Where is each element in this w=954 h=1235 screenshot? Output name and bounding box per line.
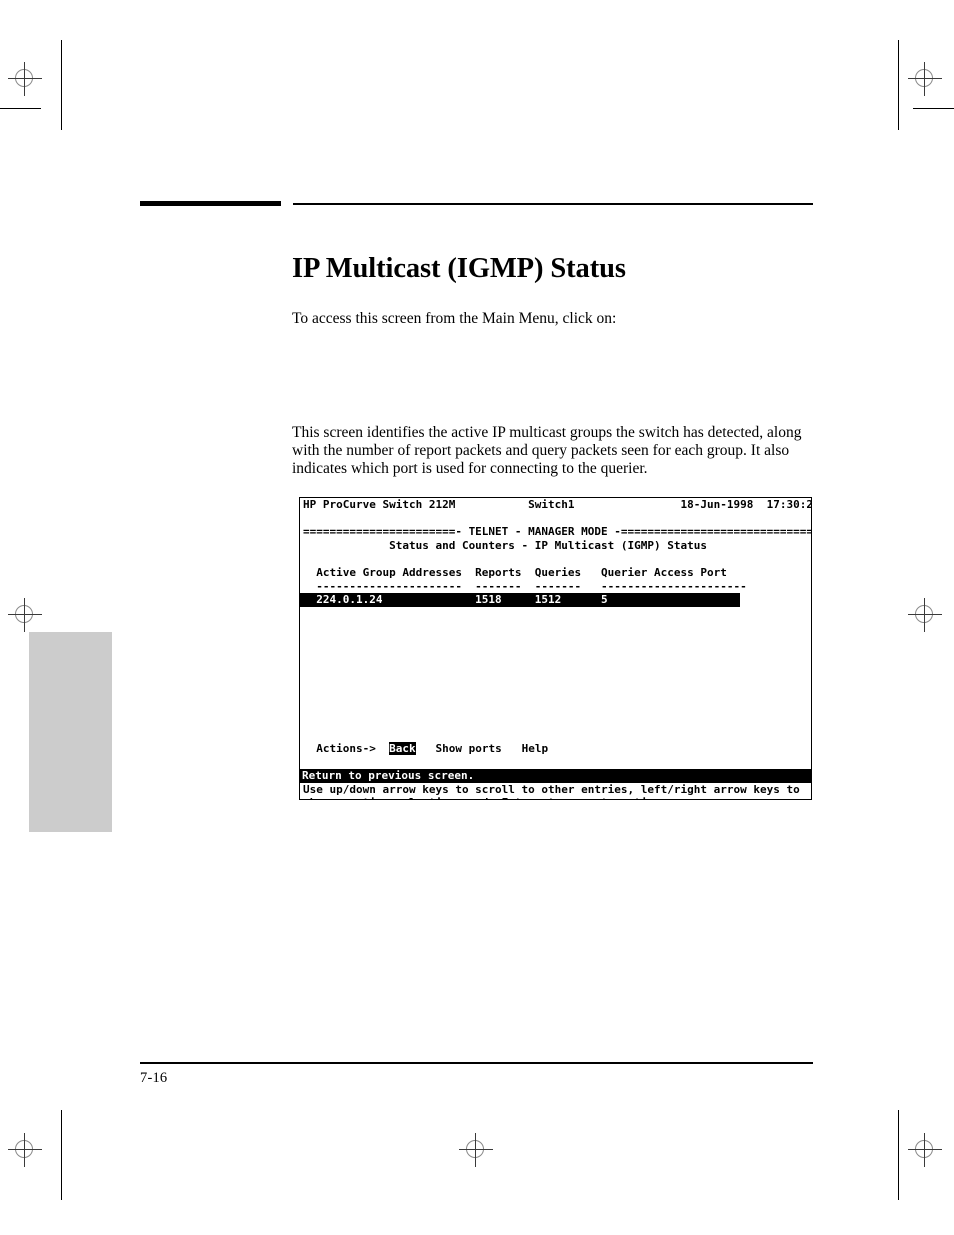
registration-vline-icon <box>924 598 925 632</box>
registration-hline-icon <box>908 78 942 79</box>
status-help-text: Return to previous screen. <box>300 768 811 783</box>
registration-hline-icon <box>8 1149 42 1150</box>
intro-paragraph: To access this screen from the Main Menu… <box>292 309 617 327</box>
registration-vline-icon <box>924 62 925 96</box>
page-number: 7-16 <box>140 1070 168 1086</box>
registration-hline-icon <box>8 78 42 79</box>
terminal-filler-space <box>300 715 811 742</box>
crop-mark-right-vertical <box>898 40 899 130</box>
action-back-button[interactable]: Back <box>389 741 416 755</box>
terminal-filler-space <box>300 607 811 661</box>
actions-label: Actions-> <box>303 741 390 755</box>
registration-vline-icon <box>24 62 25 96</box>
registration-mark-bottom-right <box>908 1133 942 1167</box>
registration-vline-icon <box>475 1133 476 1167</box>
crop-mark-right-vertical-bottom <box>898 1110 899 1200</box>
telnet-terminal-screen[interactable]: HP ProCurve Switch 212M Switch1 18-Jun-1… <box>299 497 812 800</box>
description-paragraph: This screen identifies the active IP mul… <box>292 423 802 478</box>
table-row[interactable]: 224.0.1.24 1518 1512 5 <box>300 593 740 607</box>
terminal-filler-space <box>300 661 811 715</box>
terminal-actions-line[interactable]: Actions-> Back Show ports Help <box>300 741 811 756</box>
action-help-button[interactable]: Help <box>522 742 549 755</box>
terminal-subtitle-line: Status and Counters - IP Multicast (IGMP… <box>303 538 707 552</box>
crop-mark-left-vertical-bottom <box>61 1110 62 1200</box>
action-gap <box>502 742 522 755</box>
registration-vline-icon <box>24 1133 25 1167</box>
crop-mark-left-horizontal <box>0 108 41 109</box>
crop-mark-right-horizontal <box>913 108 954 109</box>
terminal-filler-space <box>300 755 811 769</box>
registration-mark-bottom-center <box>459 1133 493 1167</box>
chapter-tab-marker <box>29 632 112 832</box>
status-hint-line-2: change action selection, and <Enter> to … <box>300 796 811 799</box>
status-hint-line-1: Use up/down arrow keys to scroll to othe… <box>303 782 800 796</box>
registration-hline-icon <box>8 614 42 615</box>
terminal-column-rule: ---------------------- ------- ------- -… <box>303 579 747 593</box>
registration-mark-top-left <box>8 62 42 96</box>
registration-hline-icon <box>459 1149 493 1150</box>
crop-mark-left-vertical <box>61 40 62 130</box>
registration-mark-bottom-left <box>8 1133 42 1167</box>
action-show-ports-button[interactable]: Show ports <box>435 742 501 755</box>
header-rule-thin <box>293 203 813 205</box>
registration-hline-icon <box>908 614 942 615</box>
registration-vline-icon <box>924 1133 925 1167</box>
terminal-header-line: HP ProCurve Switch 212M Switch1 18-Jun-1… <box>303 498 812 511</box>
terminal-column-headers: Active Group Addresses Reports Queries Q… <box>303 565 727 579</box>
terminal-banner-line: =======================- TELNET - MANAGE… <box>303 525 812 539</box>
action-gap <box>416 742 436 755</box>
registration-vline-icon <box>24 598 25 632</box>
registration-mark-mid-right <box>908 598 942 632</box>
registration-hline-icon <box>908 1149 942 1150</box>
page-title: IP Multicast (IGMP) Status <box>292 253 626 285</box>
footer-rule <box>140 1062 813 1064</box>
registration-mark-top-right <box>908 62 942 96</box>
registration-mark-mid-left <box>8 598 42 632</box>
header-rule-thick <box>140 201 281 206</box>
